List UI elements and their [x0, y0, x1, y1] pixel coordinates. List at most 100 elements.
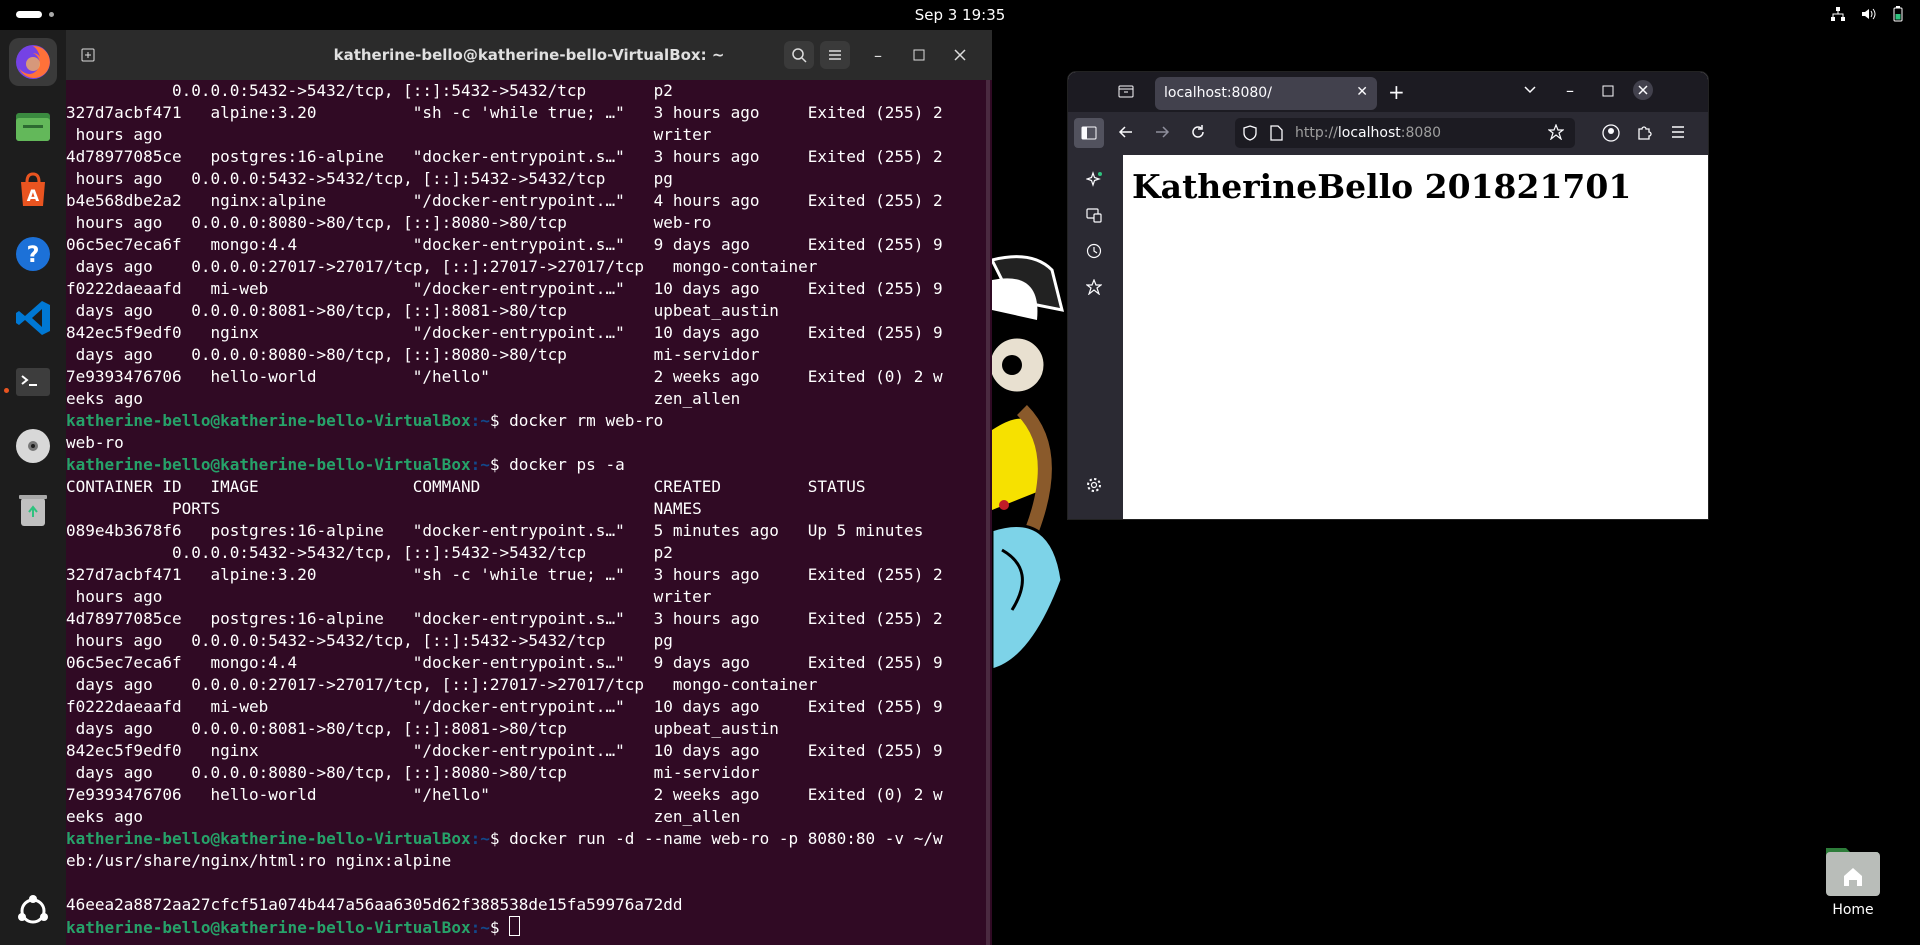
terminal-icon — [16, 368, 50, 396]
terminal-line: 842ec5f9edf0 nginx "/docker-entrypoint.…… — [66, 323, 943, 342]
menu-button[interactable] — [820, 41, 850, 69]
maximize-button[interactable] — [904, 41, 934, 69]
close-button[interactable] — [945, 41, 975, 69]
command-text: $ — [489, 918, 510, 937]
dock: A ? — [0, 30, 66, 945]
terminal-line: b4e568dbe2a2 nginx:alpine "/docker-entry… — [66, 191, 943, 210]
svg-text:?: ? — [27, 243, 40, 268]
dock-trash[interactable] — [9, 486, 57, 534]
search-icon — [792, 48, 807, 63]
dock-files[interactable] — [9, 102, 57, 150]
prompt-path: :~ — [470, 918, 490, 937]
home-desktop-icon[interactable]: Home — [1818, 842, 1888, 927]
disc-icon — [16, 429, 50, 463]
dock-disc[interactable] — [9, 422, 57, 470]
terminal-line: katherine-bello@katherine-bello-VirtualB… — [66, 916, 521, 937]
window-close-icon[interactable] — [1632, 79, 1654, 105]
forward-icon[interactable] — [1154, 124, 1170, 144]
terminal-line: PORTS NAMES — [66, 499, 702, 518]
svg-text:A: A — [27, 186, 40, 205]
account-icon[interactable] — [1602, 124, 1620, 146]
url-host: localhost — [1337, 125, 1401, 141]
page-content[interactable]: KatherineBello 201821701 — [1123, 155, 1708, 519]
firefox-window[interactable]: localhost:8080/ ✕ + – http://localhost:8… — [1068, 72, 1708, 519]
prompt-path: :~ — [470, 455, 490, 474]
terminal-line: days ago 0.0.0.0:27017->27017/tcp, [::]:… — [66, 675, 818, 694]
dock-app-center[interactable]: A — [9, 166, 57, 214]
trash-icon — [19, 495, 47, 526]
terminal-output[interactable]: 0.0.0.0:5432->5432/tcp, [::]:5432->5432/… — [66, 80, 986, 945]
sidebar-icon — [1081, 126, 1097, 140]
list-tabs-icon[interactable] — [1523, 81, 1537, 100]
tab-close-icon[interactable]: ✕ — [1356, 84, 1368, 100]
navigation-toolbar: http://localhost:8080 — [1068, 112, 1708, 155]
terminal-line: eeks ago zen_allen — [66, 389, 741, 408]
terminal-lines: 0.0.0.0:5432->5432/tcp, [::]:5432->5432/… — [66, 80, 943, 939]
back-icon[interactable] — [1118, 124, 1134, 144]
terminal-line: hours ago writer — [66, 587, 712, 606]
window-minimize-icon[interactable]: – — [1566, 81, 1574, 100]
tracking-protection-shield-icon[interactable] — [1243, 125, 1257, 145]
minimize-icon: – — [874, 45, 882, 65]
synced-tabs-icon[interactable] — [1086, 207, 1102, 227]
search-button[interactable] — [784, 41, 814, 69]
help-icon: ? — [16, 237, 50, 271]
tab-strip: localhost:8080/ ✕ + – — [1068, 72, 1708, 112]
vscode-icon — [16, 301, 50, 335]
bookmarks-icon[interactable] — [1085, 278, 1103, 299]
dock-show-apps[interactable] — [9, 887, 57, 935]
minimize-button[interactable]: – — [863, 41, 893, 69]
bookmark-star-icon[interactable] — [1547, 123, 1565, 144]
prompt-user: katherine-bello@katherine-bello-VirtualB… — [66, 829, 471, 848]
system-tray[interactable] — [1830, 6, 1906, 26]
terminal-line: 327d7acbf471 alpine:3.20 "sh -c 'while t… — [66, 565, 943, 584]
url-text: http://localhost:8080 — [1295, 125, 1441, 141]
page-heading: KatherineBello 201821701 — [1132, 167, 1632, 206]
tab-localhost[interactable]: localhost:8080/ ✕ — [1155, 77, 1377, 110]
terminal-line: 4d78977085ce postgres:16-alpine "docker-… — [66, 609, 943, 628]
terminal-line: katherine-bello@katherine-bello-VirtualB… — [66, 455, 625, 474]
terminal-line: 06c5ec7eca6f mongo:4.4 "docker-entrypoin… — [66, 235, 943, 254]
terminal-window[interactable]: katherine-bello@katherine-bello-VirtualB… — [66, 30, 992, 945]
terminal-line: 7e9393476706 hello-world "/hello" 2 week… — [66, 367, 943, 386]
app-center-icon: A — [21, 172, 45, 206]
terminal-line: days ago 0.0.0.0:8080->80/tcp, [::]:8080… — [66, 345, 760, 364]
terminal-line: 7e9393476706 hello-world "/hello" 2 week… — [66, 785, 943, 804]
terminal-line: eeks ago zen_allen — [66, 807, 741, 826]
history-icon[interactable] — [1086, 243, 1102, 263]
terminal-line: eb:/usr/share/nginx/html:ro nginx:alpine — [66, 851, 452, 870]
network-icon[interactable] — [1830, 6, 1846, 26]
terminal-scrollbar[interactable] — [986, 80, 990, 945]
dock-terminal[interactable] — [9, 358, 57, 406]
ai-chatbot-icon[interactable] — [1085, 171, 1104, 193]
window-maximize-icon[interactable] — [1602, 82, 1614, 101]
dock-firefox[interactable] — [9, 38, 57, 86]
terminal-line: hours ago writer — [66, 125, 712, 144]
reload-icon[interactable] — [1190, 124, 1206, 144]
app-menu-icon[interactable] — [1670, 124, 1686, 144]
home-folder-icon — [1826, 848, 1880, 896]
extensions-icon[interactable] — [1636, 124, 1652, 144]
url-prefix: http:// — [1295, 125, 1338, 141]
terminal-line: f0222daeaafd mi-web "/docker-entrypoint.… — [66, 279, 943, 298]
maximize-icon — [913, 49, 925, 61]
terminal-line: 089e4b3678f6 postgres:16-alpine "docker-… — [66, 521, 924, 540]
terminal-line: 0.0.0.0:5432->5432/tcp, [::]:5432->5432/… — [66, 543, 673, 562]
firefox-view-icon — [1118, 85, 1134, 98]
prompt-path: :~ — [470, 411, 490, 430]
dock-vscode[interactable] — [9, 294, 57, 342]
terminal-line: 4d78977085ce postgres:16-alpine "docker-… — [66, 147, 943, 166]
clock[interactable]: Sep 3 19:35 — [0, 6, 1920, 24]
sidebar-settings-icon[interactable] — [1086, 477, 1102, 497]
page-info-icon[interactable] — [1269, 125, 1283, 145]
close-icon — [954, 49, 966, 61]
firefox-view-button[interactable] — [1118, 83, 1134, 103]
dock-help[interactable]: ? — [9, 230, 57, 278]
battery-icon[interactable] — [1890, 6, 1906, 26]
sidebar-toggle-button[interactable] — [1074, 118, 1104, 148]
url-bar[interactable]: http://localhost:8080 — [1235, 118, 1575, 148]
new-tab-icon[interactable]: + — [1388, 80, 1405, 104]
volume-icon[interactable] — [1860, 6, 1876, 26]
terminal-line: days ago 0.0.0.0:8080->80/tcp, [::]:8080… — [66, 763, 760, 782]
terminal-line: hours ago 0.0.0.0:8080->80/tcp, [::]:808… — [66, 213, 712, 232]
